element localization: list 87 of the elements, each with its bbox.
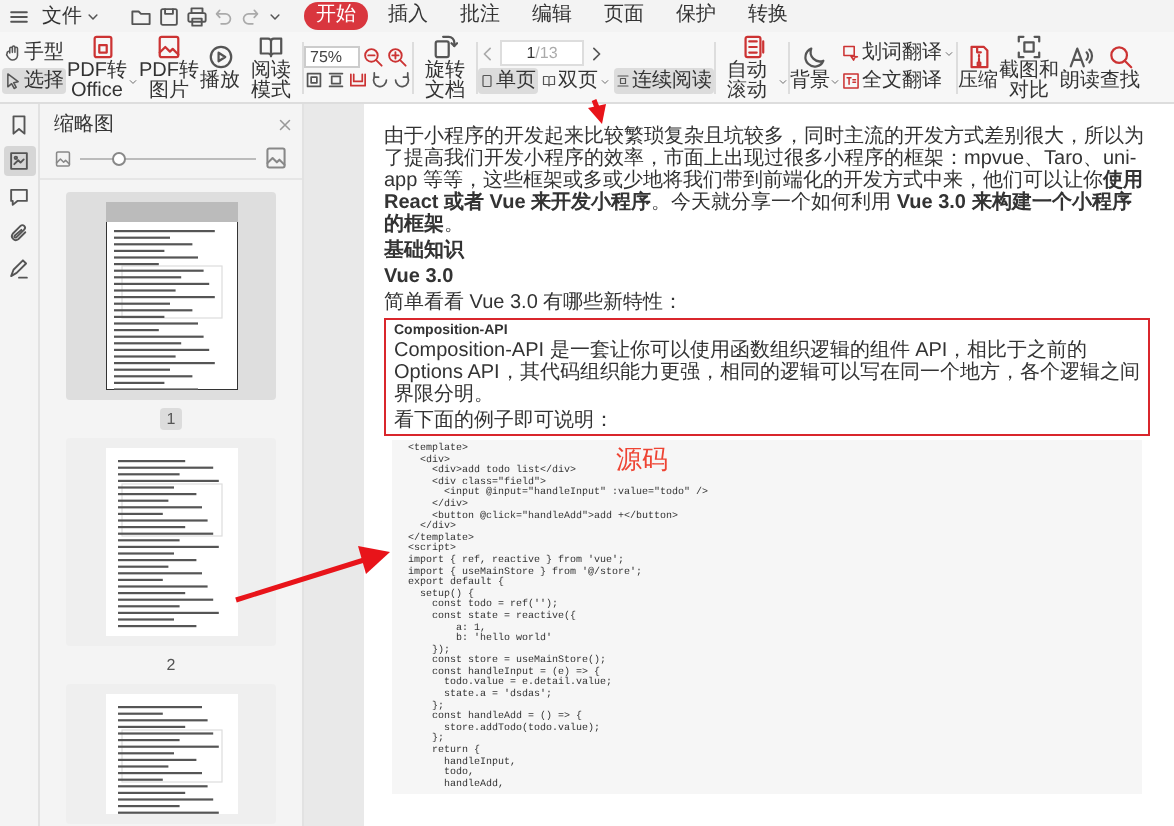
rotate-right-icon	[392, 69, 412, 89]
actual-size-icon	[348, 69, 368, 89]
page-thumbnail[interactable]	[105, 448, 237, 636]
toolbar-button[interactable]: 旋转文档	[414, 31, 476, 103]
zoom-out-icon	[362, 45, 384, 67]
view-mode-button[interactable]: 单页	[478, 68, 538, 94]
toolbar-button[interactable]: 全文翻译	[840, 68, 956, 94]
toolbar-button[interactable]: 自动滚动	[716, 31, 788, 103]
book-icon	[542, 74, 556, 88]
toolbar-button[interactable]: 背景	[790, 41, 840, 93]
paragraph: Composition-API 是一套让你可以使用函数组织逻辑的组件 API，相比于之前的 Options API，其代码组织能力更强，相同的逻辑可以写在同一个地方，各个逻辑之间界限分明。	[394, 340, 1140, 406]
translate-icon	[842, 44, 860, 62]
thumbnail-card[interactable]	[66, 684, 276, 824]
read-aloud-icon	[1067, 43, 1093, 69]
print-icon	[186, 5, 208, 27]
toolbar-button[interactable]: 手型	[2, 40, 66, 66]
toolbar-button[interactable]: PDF转图片	[138, 31, 200, 103]
moon-icon	[802, 43, 828, 69]
hand-icon	[4, 44, 22, 62]
rotate-icon	[432, 33, 458, 59]
toolbar-button[interactable]: 选择	[2, 68, 66, 94]
ribbon-tab[interactable]: 插入	[376, 2, 440, 30]
rotate-left-icon	[370, 69, 390, 89]
book-icon	[258, 33, 284, 59]
section-heading: 基础知识	[384, 240, 467, 262]
view-mode-button[interactable]: 连续阅读	[614, 68, 714, 94]
sidebar-tab[interactable]	[3, 146, 35, 176]
signature-icon	[8, 258, 30, 280]
single-page-icon	[480, 74, 494, 88]
toolbar-button[interactable]: 播放	[200, 41, 240, 93]
close-icon	[276, 115, 294, 133]
image-icon	[156, 33, 182, 59]
paragraph: 由于小程序的开发起来比较繁琐复杂且坑较多，同时主流的开发方式差别很大，所以为了提高我们开发小程序的效率，市面上出现过很多小程序的框架：mpvue、Taro、uni-app 等等，这些框架或多或少地将我们带到前端化的开发方式中来，他们可以让你使用 React 或者 Vue 来开发小程序。今天就分享一个如何利用 Vue 3.0 来构建一个小程序的框架。	[384, 126, 1146, 236]
compress-icon	[965, 43, 991, 69]
toolbar-button[interactable]: 查找	[1100, 41, 1140, 93]
annotation-arrow	[588, 99, 606, 124]
ribbon-tab[interactable]: 转换	[736, 2, 800, 30]
fit-page-icon	[304, 69, 324, 89]
page-number: 2	[164, 654, 178, 676]
translate-icon	[842, 72, 860, 90]
small-image-icon	[54, 149, 72, 167]
continuous-page-icon	[616, 74, 630, 88]
ribbon-tab[interactable]: 页面	[592, 2, 656, 30]
paperclip-icon	[8, 222, 30, 244]
toolbar-button[interactable]: 截图和对比	[998, 31, 1060, 103]
panel-title: 缩略图	[54, 111, 114, 138]
zoom-in-icon	[386, 45, 408, 67]
view-mode-button[interactable]: 双页	[540, 68, 612, 94]
scroll-page-icon	[739, 33, 765, 59]
large-image-icon	[264, 146, 288, 170]
screenshot-icon	[1016, 33, 1042, 59]
play-icon	[207, 43, 233, 69]
page-field[interactable]: 1/13	[500, 40, 584, 66]
menu-icon	[8, 5, 30, 27]
fit-width-icon	[326, 69, 346, 89]
redo-icon	[240, 6, 260, 26]
page-thumbnail[interactable]	[105, 694, 237, 814]
toolbar-button[interactable]: 压缩	[958, 41, 998, 93]
ribbon-tab[interactable]: 开始	[304, 2, 368, 30]
paragraph: 看下面的例子即可说明：	[394, 410, 616, 432]
cursor-icon	[4, 72, 22, 90]
file-menu[interactable]: 文件	[38, 2, 106, 30]
section-heading: Vue 3.0	[384, 266, 456, 288]
thumbnail-card[interactable]	[66, 192, 276, 400]
toolbar-button[interactable]: 阅读模式	[240, 31, 302, 103]
page-number: 1	[160, 408, 182, 430]
save-icon	[158, 5, 180, 27]
ribbon-tab[interactable]: 保护	[664, 2, 728, 30]
toolbar-button[interactable]: 划词翻译	[840, 40, 956, 66]
undo-icon	[214, 6, 234, 26]
slider-thumb[interactable]	[112, 151, 127, 165]
toolbar-button[interactable]: PDF转Office	[66, 31, 138, 103]
comment-icon	[8, 186, 30, 208]
search-icon	[1107, 43, 1133, 69]
bookmark-icon	[8, 114, 30, 136]
annotation-label: 源码	[616, 448, 668, 476]
pdf-document-icon	[89, 33, 115, 59]
thumbnail-icon	[8, 150, 30, 172]
paragraph: 简单看看 Vue 3.0 有哪些新特性：	[384, 292, 686, 314]
toolbar-button[interactable]: 朗读	[1060, 41, 1100, 93]
ribbon-tab[interactable]: 编辑	[520, 2, 584, 30]
ribbon-tab[interactable]: 批注	[448, 2, 512, 30]
close-button[interactable]	[276, 115, 294, 133]
thumbnail-card[interactable]	[66, 438, 276, 646]
zoom-field[interactable]: 75%	[304, 45, 360, 67]
page-thumbnail[interactable]	[105, 202, 237, 390]
open-folder-icon	[130, 5, 152, 27]
